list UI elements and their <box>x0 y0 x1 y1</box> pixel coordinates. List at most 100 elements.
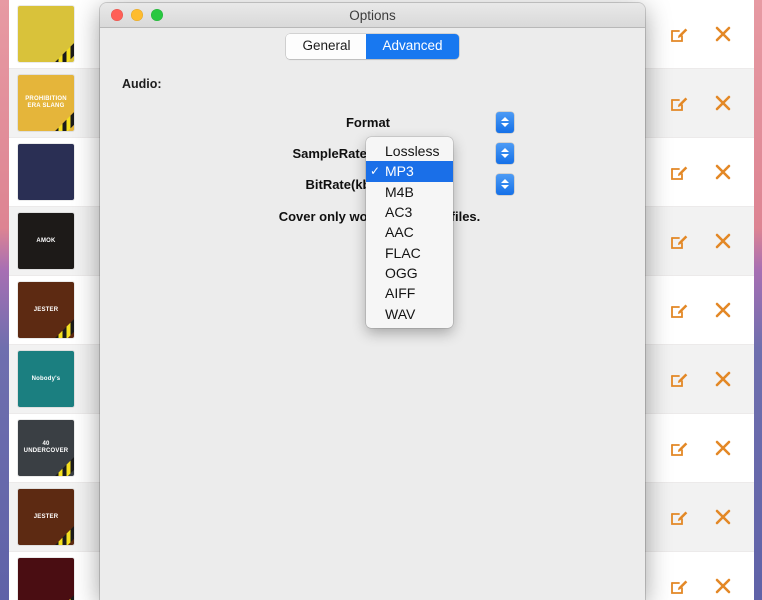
thumbnail-wrap: AMOK <box>9 213 83 269</box>
bitrate-stepper[interactable] <box>496 173 514 195</box>
cover-thumbnail[interactable] <box>18 144 74 200</box>
cover-thumbnail[interactable]: 40 UNDERCOVER <box>18 420 74 476</box>
advanced-form: Audio: Format SampleRate(hz) BitRate(kbp… <box>100 77 645 328</box>
menu-item-label: MP3 <box>385 163 414 180</box>
row-actions[interactable] <box>668 437 754 459</box>
thumbnail-wrap <box>9 558 83 600</box>
cover-thumbnail[interactable] <box>18 558 74 600</box>
row-actions[interactable] <box>668 161 754 183</box>
thumbnail-wrap <box>9 6 83 62</box>
close-icon[interactable] <box>712 299 734 321</box>
tab-advanced[interactable]: Advanced <box>366 34 459 59</box>
close-icon[interactable] <box>712 506 734 528</box>
menu-item-aac[interactable]: AAC <box>366 222 453 242</box>
thumbnail-wrap: 40 UNDERCOVER <box>9 420 83 476</box>
cover-title-line: Nobody's <box>31 375 61 382</box>
thumbnail-wrap: JESTER <box>9 489 83 545</box>
cover-thumbnail[interactable]: PROHIBITION ERA SLANG <box>18 75 74 131</box>
close-icon[interactable] <box>712 23 734 45</box>
cover-thumbnail[interactable]: JESTER <box>18 489 74 545</box>
corner-tape-decoration <box>50 590 74 600</box>
cover-thumbnail[interactable]: JESTER <box>18 282 74 338</box>
menu-item-label: OGG <box>385 264 418 281</box>
edit-icon[interactable] <box>668 437 690 459</box>
corner-tape-decoration <box>50 314 74 338</box>
segmented-control[interactable]: General Advanced <box>286 34 459 59</box>
corner-tape-decoration <box>50 38 74 62</box>
close-icon[interactable] <box>712 368 734 390</box>
edit-icon[interactable] <box>668 506 690 528</box>
chevron-up-icon <box>501 148 509 152</box>
tabbar[interactable]: General Advanced <box>100 28 645 59</box>
bitrate-label: BitRate(kbps) <box>305 176 390 192</box>
row-actions[interactable] <box>668 23 754 45</box>
edit-icon[interactable] <box>668 368 690 390</box>
cover-title-line: PROHIBITION <box>25 96 67 103</box>
menu-item-wav[interactable]: WAV <box>366 303 453 323</box>
cover-thumbnail[interactable]: Nobody's <box>18 351 74 407</box>
edit-icon[interactable] <box>668 299 690 321</box>
chevron-down-icon <box>501 154 509 158</box>
window-title: Options <box>349 7 396 23</box>
format-dropdown-menu[interactable]: Lossless ✓ MP3 M4B AC3 AAC FLAC OGG AIFF WAV <box>366 137 453 328</box>
left-edge-stripe <box>0 0 9 600</box>
thumbnail-wrap: PROHIBITION ERA SLANG <box>9 75 83 131</box>
edit-icon[interactable] <box>668 92 690 114</box>
close-icon[interactable] <box>712 161 734 183</box>
thumbnail-wrap: Nobody's <box>9 351 83 407</box>
menu-item-aiff[interactable]: AIFF <box>366 283 453 303</box>
format-stepper[interactable] <box>496 111 514 133</box>
form-row-format: Format <box>122 107 623 137</box>
window-body: General Advanced Audio: Format SampleRat… <box>100 28 645 600</box>
chevron-up-icon <box>501 117 509 121</box>
cover-title-line: AMOK <box>36 237 56 244</box>
close-icon[interactable] <box>712 575 734 597</box>
menu-item-m4b[interactable]: M4B <box>366 182 453 202</box>
menu-item-flac[interactable]: FLAC <box>366 242 453 262</box>
menu-item-lossless[interactable]: Lossless <box>366 141 453 161</box>
edit-icon[interactable] <box>668 230 690 252</box>
menu-item-mp3[interactable]: ✓ MP3 <box>366 161 453 182</box>
cover-title-line: JESTER <box>33 306 59 313</box>
menu-item-label: AC3 <box>385 204 413 221</box>
cover-thumbnail[interactable]: AMOK <box>18 213 74 269</box>
audio-section-heading: Audio: <box>122 77 162 91</box>
thumbnail-wrap: JESTER <box>9 282 83 338</box>
samplerate-label: SampleRate(hz) <box>292 145 390 161</box>
row-actions[interactable] <box>668 368 754 390</box>
close-icon[interactable] <box>712 230 734 252</box>
row-actions[interactable] <box>668 506 754 528</box>
chevron-up-icon <box>501 179 509 183</box>
corner-tape-decoration <box>50 107 74 131</box>
chevron-down-icon <box>501 185 509 189</box>
menu-item-label: M4B <box>385 183 414 200</box>
cover-thumbnail[interactable] <box>18 6 74 62</box>
window-titlebar[interactable]: Options <box>100 3 645 28</box>
check-icon: ✓ <box>370 164 381 179</box>
close-icon[interactable] <box>712 92 734 114</box>
menu-item-ac3[interactable]: AC3 <box>366 202 453 222</box>
edit-icon[interactable] <box>668 161 690 183</box>
corner-tape-decoration <box>50 521 74 545</box>
row-actions[interactable] <box>668 92 754 114</box>
menu-item-label: AAC <box>385 224 414 241</box>
cover-title-line: ERA SLANG <box>27 103 65 109</box>
menu-item-ogg[interactable]: OGG <box>366 263 453 283</box>
row-actions[interactable] <box>668 230 754 252</box>
right-edge-stripe <box>754 0 762 600</box>
row-actions[interactable] <box>668 575 754 597</box>
corner-tape-decoration <box>50 452 74 476</box>
cover-title-line: JESTER <box>33 513 59 520</box>
edit-icon[interactable] <box>668 575 690 597</box>
cover-title-line: 40 <box>42 441 50 448</box>
close-icon[interactable] <box>712 437 734 459</box>
samplerate-stepper[interactable] <box>496 142 514 164</box>
row-actions[interactable] <box>668 299 754 321</box>
options-window[interactable]: Options General Advanced Audio: Format S… <box>100 3 645 600</box>
tab-general[interactable]: General <box>286 34 367 59</box>
format-field[interactable] <box>398 111 514 133</box>
menu-item-label: FLAC <box>385 244 421 261</box>
edit-icon[interactable] <box>668 23 690 45</box>
menu-item-label: Lossless <box>385 143 440 160</box>
menu-item-label: AIFF <box>385 285 416 302</box>
